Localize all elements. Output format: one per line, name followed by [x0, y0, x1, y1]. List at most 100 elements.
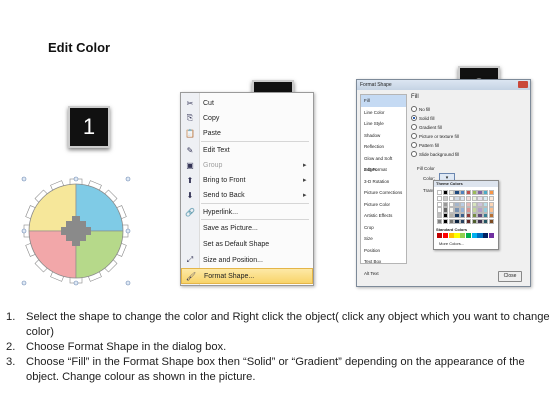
- category-fill[interactable]: Fill: [361, 95, 406, 107]
- color-swatch[interactable]: [437, 207, 443, 213]
- color-swatch[interactable]: [477, 207, 483, 213]
- color-swatch[interactable]: [483, 207, 489, 213]
- menu-item-save-as-picture[interactable]: Save as Picture...: [181, 221, 313, 235]
- color-swatch[interactable]: [465, 207, 472, 213]
- color-swatch[interactable]: [489, 233, 495, 239]
- close-button[interactable]: Close: [498, 271, 522, 282]
- category-position[interactable]: Position: [361, 245, 406, 257]
- color-swatch[interactable]: [442, 201, 448, 207]
- color-swatch[interactable]: [460, 233, 466, 239]
- color-swatch[interactable]: [448, 218, 454, 225]
- color-swatch[interactable]: [477, 213, 483, 219]
- radio-button[interactable]: [411, 124, 417, 130]
- color-swatch[interactable]: [442, 218, 448, 225]
- color-swatch[interactable]: [483, 195, 489, 201]
- color-swatch[interactable]: [471, 201, 477, 207]
- fill-option-slide-background-fill[interactable]: Slide background fill: [411, 151, 459, 157]
- color-swatch[interactable]: [471, 207, 477, 213]
- color-swatch[interactable]: [448, 195, 454, 201]
- color-swatch[interactable]: [460, 195, 466, 201]
- color-swatch[interactable]: [442, 190, 448, 196]
- color-swatch[interactable]: [437, 201, 443, 207]
- category-3-d-rotation[interactable]: 3-D Rotation: [361, 176, 406, 188]
- color-swatch[interactable]: [483, 218, 489, 225]
- radio-button[interactable]: [411, 151, 417, 157]
- fill-option-no-fill[interactable]: No fill: [411, 106, 430, 112]
- color-swatch[interactable]: [442, 233, 448, 239]
- color-swatch[interactable]: [454, 233, 460, 239]
- menu-item-bring-to-front[interactable]: ⬆ Bring to Front ▸: [181, 173, 313, 187]
- category-picture-corrections[interactable]: Picture Corrections: [361, 187, 406, 199]
- color-swatch[interactable]: [448, 233, 454, 239]
- color-swatch[interactable]: [471, 195, 477, 201]
- radio-button[interactable]: [411, 133, 417, 139]
- color-swatch[interactable]: [454, 218, 460, 225]
- color-swatch[interactable]: [489, 201, 495, 207]
- category-text-box[interactable]: Text Box: [361, 256, 406, 268]
- color-swatch[interactable]: [460, 213, 466, 219]
- color-swatch[interactable]: [465, 190, 472, 196]
- menu-item-edit-text[interactable]: ✎ Edit Text: [181, 143, 313, 157]
- color-swatch[interactable]: [483, 201, 489, 207]
- color-swatch[interactable]: [489, 190, 495, 196]
- color-swatch[interactable]: [465, 233, 472, 239]
- more-colors-link[interactable]: More Colors...: [439, 241, 464, 246]
- color-swatch[interactable]: [477, 195, 483, 201]
- color-swatch[interactable]: [471, 218, 477, 225]
- color-swatch[interactable]: [483, 233, 489, 239]
- category-reflection[interactable]: Reflection: [361, 141, 406, 153]
- category-artistic-effects[interactable]: Artistic Effects: [361, 210, 406, 222]
- color-swatch[interactable]: [471, 213, 477, 219]
- color-swatch[interactable]: [448, 207, 454, 213]
- color-swatch[interactable]: [442, 195, 448, 201]
- gear-shape[interactable]: [20, 176, 132, 286]
- color-swatch[interactable]: [483, 190, 489, 196]
- color-swatch[interactable]: [471, 190, 477, 196]
- color-swatch[interactable]: [489, 213, 495, 219]
- color-swatch[interactable]: [454, 190, 460, 196]
- color-swatch[interactable]: [442, 207, 448, 213]
- color-swatch[interactable]: [454, 195, 460, 201]
- color-swatch[interactable]: [471, 233, 477, 239]
- color-swatch[interactable]: [483, 213, 489, 219]
- category-crop[interactable]: Crop: [361, 222, 406, 234]
- fill-option-gradient-fill[interactable]: Gradient fill: [411, 124, 442, 130]
- color-swatch[interactable]: [448, 190, 454, 196]
- color-swatch[interactable]: [454, 207, 460, 213]
- category-glow-and-soft-edges[interactable]: Glow and Soft Edges: [361, 153, 406, 173]
- color-swatch[interactable]: [465, 201, 472, 207]
- close-icon[interactable]: [518, 81, 528, 88]
- color-swatch[interactable]: [477, 218, 483, 225]
- color-swatch[interactable]: [477, 201, 483, 207]
- color-swatch[interactable]: [489, 218, 495, 225]
- category-line-color[interactable]: Line Color: [361, 107, 406, 119]
- color-swatch[interactable]: [460, 190, 466, 196]
- color-swatch[interactable]: [489, 195, 495, 201]
- category-shadow[interactable]: Shadow: [361, 130, 406, 142]
- color-swatch[interactable]: [437, 233, 443, 239]
- color-swatch[interactable]: [460, 207, 466, 213]
- category-picture-color[interactable]: Picture Color: [361, 199, 406, 211]
- fill-option-picture-or-texture-fill[interactable]: Picture or texture fill: [411, 133, 459, 139]
- color-swatch[interactable]: [437, 195, 443, 201]
- menu-item-send-to-back[interactable]: ⬇ Send to Back ▸: [181, 188, 313, 202]
- color-swatch[interactable]: [477, 233, 483, 239]
- fill-option-solid-fill[interactable]: Solid fill: [411, 115, 435, 121]
- category-3-d-format[interactable]: 3-D Format: [361, 164, 406, 176]
- category-size[interactable]: Size: [361, 233, 406, 245]
- color-swatch[interactable]: [465, 195, 472, 201]
- color-swatch[interactable]: [465, 218, 472, 225]
- color-swatch[interactable]: [465, 213, 472, 219]
- radio-button[interactable]: [411, 115, 417, 121]
- menu-item-paste[interactable]: 📋 Paste: [181, 126, 313, 140]
- menu-item-copy[interactable]: ⎘ Copy: [181, 111, 313, 125]
- menu-item-set-as-default-shape[interactable]: Set as Default Shape: [181, 237, 313, 251]
- radio-button[interactable]: [411, 106, 417, 112]
- fill-option-pattern-fill[interactable]: Pattern fill: [411, 142, 439, 148]
- menu-item-size-and-position[interactable]: ⤢ Size and Position...: [181, 253, 313, 267]
- color-swatch[interactable]: [437, 190, 443, 196]
- menu-item-format-shape[interactable]: 🖌 Format Shape...: [181, 268, 313, 284]
- color-swatch[interactable]: [448, 201, 454, 207]
- menu-item-hyperlink[interactable]: 🔗 Hyperlink...: [181, 205, 313, 219]
- color-swatch[interactable]: [437, 213, 443, 219]
